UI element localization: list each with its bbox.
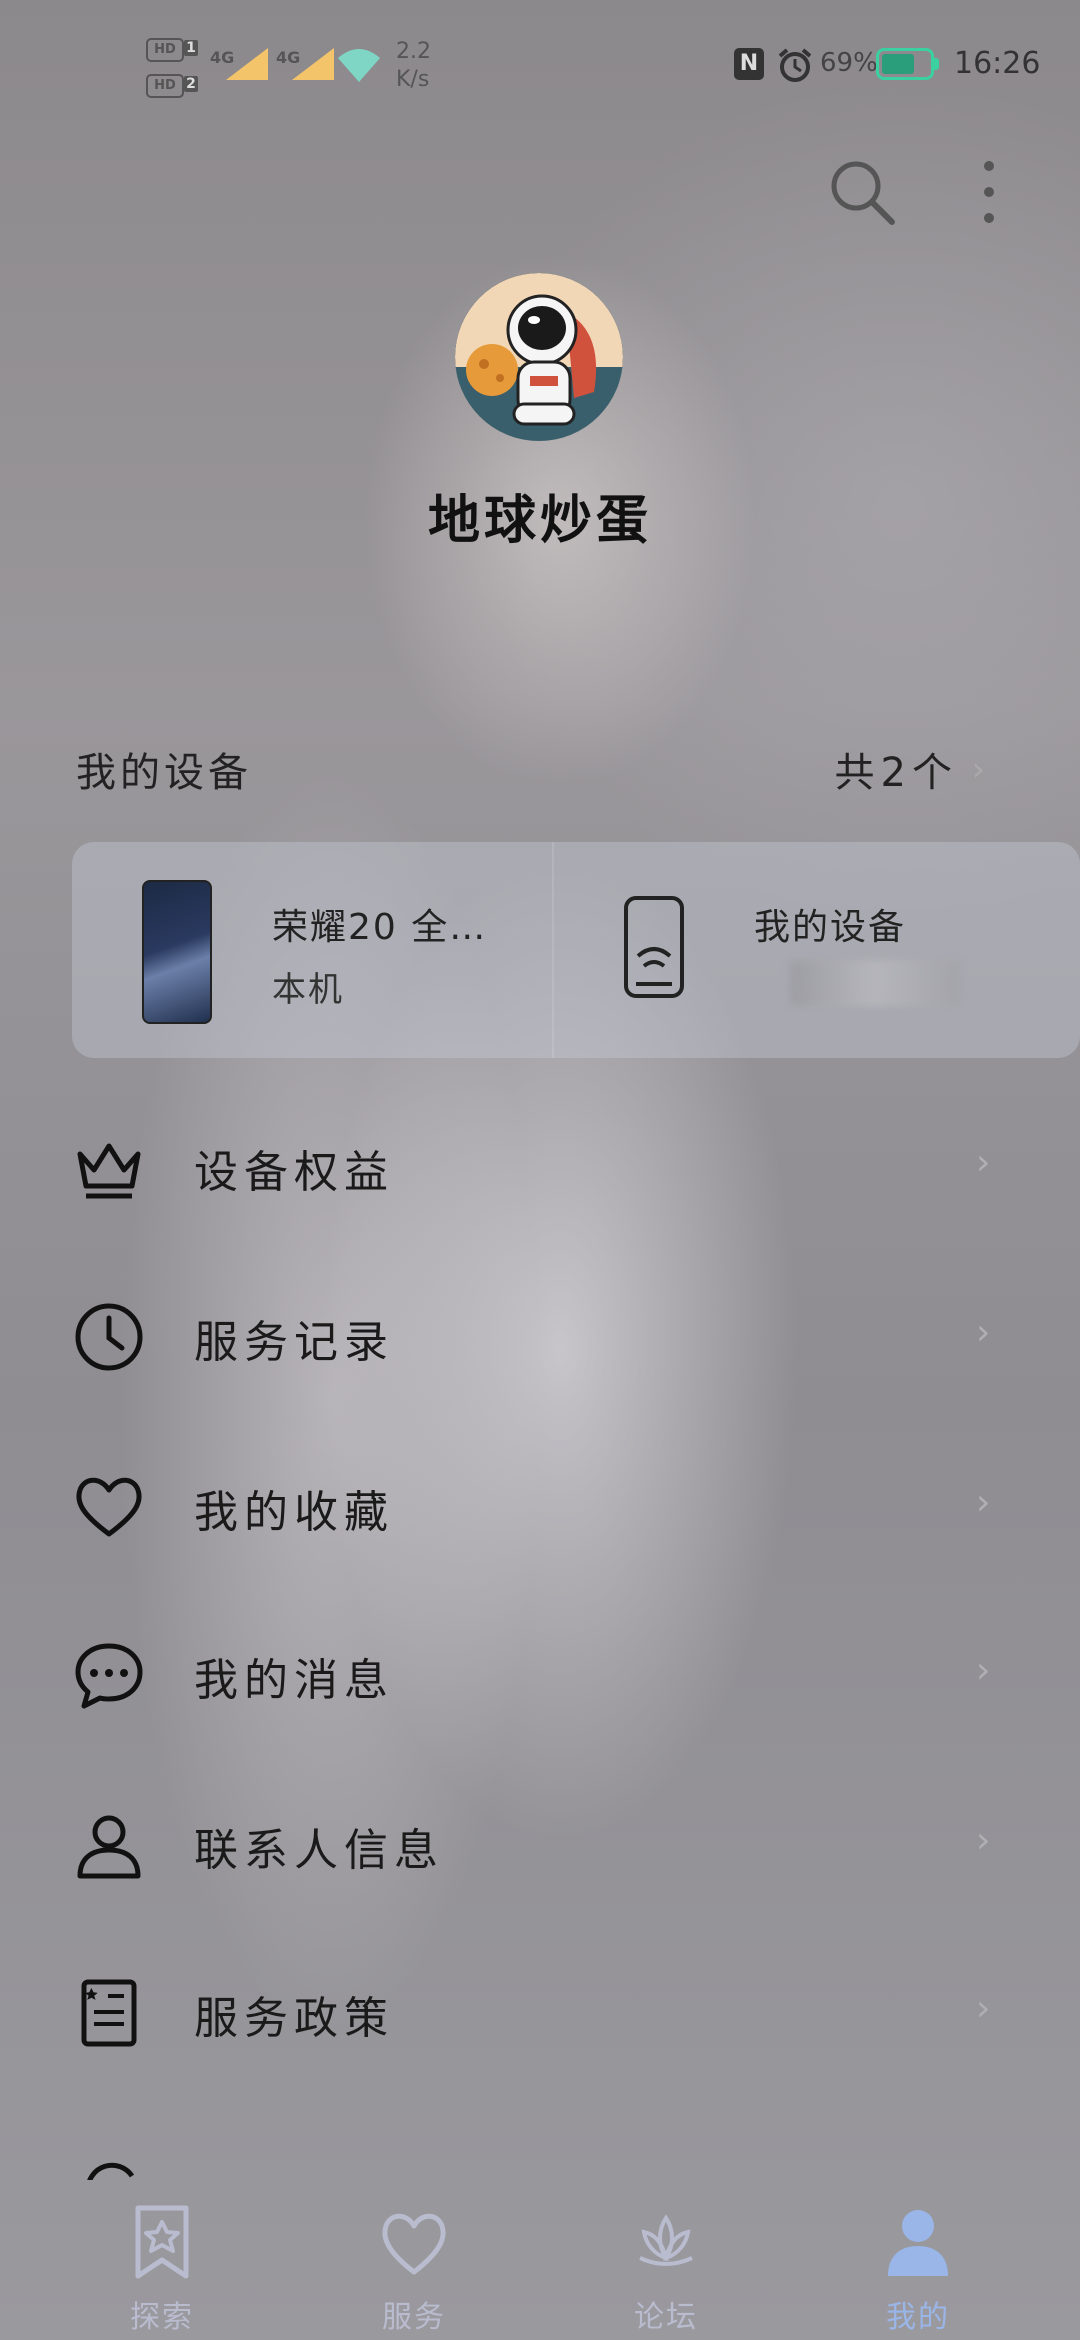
- redacted-info: [790, 960, 960, 1006]
- partial-menu-icon: [80, 2150, 160, 2180]
- sim-number-1: 1: [184, 40, 198, 56]
- device-item-other[interactable]: 我的设备: [552, 842, 1080, 1058]
- tab-forum[interactable]: 论坛: [576, 2180, 756, 2340]
- tab-label: 论坛: [634, 2300, 698, 2335]
- devices-count[interactable]: 共2个: [835, 740, 958, 798]
- tab-mine[interactable]: 我的: [828, 2180, 1008, 2340]
- battery-icon: [876, 48, 934, 80]
- more-vertical-icon[interactable]: [974, 156, 1004, 232]
- clock-icon: [75, 1303, 143, 1371]
- chevron-right-icon: ›: [976, 1482, 991, 1523]
- battery-percent: 69%: [820, 48, 878, 78]
- alarm-icon: [778, 48, 812, 82]
- menu-label: 设备权益: [194, 1147, 394, 1198]
- tab-label: 探索: [130, 2300, 194, 2335]
- heart-icon: [76, 1477, 142, 1537]
- clock-time: 16:26: [954, 46, 1041, 81]
- user-icon: [888, 2210, 948, 2276]
- menu-label: 服务政策: [194, 1993, 394, 2044]
- menu-label: 联系人信息: [194, 1825, 444, 1876]
- tab-explore[interactable]: 探索: [72, 2180, 252, 2340]
- device-title: 荣耀20 全…: [272, 907, 488, 948]
- menu-label: 服务记录: [194, 1317, 394, 1368]
- chevron-right-icon: ›: [976, 1142, 991, 1183]
- menu-item-device-benefits[interactable]: 设备权益 ›: [0, 1112, 1080, 1222]
- search-icon[interactable]: [826, 156, 898, 228]
- tab-label: 服务: [382, 2300, 446, 2335]
- device-wifi-icon: [624, 896, 684, 998]
- sim-number-2: 2: [184, 76, 198, 92]
- chevron-right-icon: ›: [976, 1312, 991, 1353]
- device-subtitle: 本机: [272, 970, 344, 1010]
- document-icon: [81, 1979, 137, 2047]
- menu-item-favorites[interactable]: 我的收藏 ›: [0, 1452, 1080, 1562]
- lotus-icon: [639, 2214, 693, 2266]
- menu-item-service-records[interactable]: 服务记录 ›: [0, 1282, 1080, 1392]
- bookmark-star-icon: [135, 2205, 189, 2279]
- wifi-icon: [338, 49, 380, 82]
- avatar[interactable]: [454, 272, 624, 442]
- devices-section-title: 我的设备: [76, 750, 252, 796]
- person-icon: [77, 1815, 141, 1879]
- chat-bubble-icon: [75, 1643, 143, 1709]
- chevron-right-icon[interactable]: ›: [972, 750, 985, 788]
- nfc-icon: N: [734, 48, 764, 80]
- device-title: 我的设备: [754, 907, 907, 948]
- profile-name[interactable]: 地球炒蛋: [0, 478, 1080, 553]
- chevron-right-icon: ›: [976, 1820, 991, 1861]
- battery-tip: [934, 58, 939, 70]
- menu-label: 我的收藏: [194, 1487, 394, 1538]
- menu-label: 我的消息: [194, 1655, 394, 1706]
- menu-item-messages[interactable]: 我的消息 ›: [0, 1620, 1080, 1730]
- phone-thumbnail: [142, 880, 212, 1024]
- menu-item-service-policy[interactable]: 服务政策 ›: [0, 1958, 1080, 2068]
- tab-service[interactable]: 服务: [324, 2180, 504, 2340]
- chevron-right-icon: ›: [976, 1988, 991, 2029]
- device-item-local[interactable]: 荣耀20 全… 本机: [72, 842, 552, 1058]
- refresh-icon: [87, 2162, 135, 2180]
- menu-item-contact-info[interactable]: 联系人信息 ›: [0, 1790, 1080, 1900]
- heart-outline-icon: [382, 2213, 446, 2275]
- network-speed: 2.2 K/s: [396, 38, 431, 94]
- hd-badge-2: HD: [146, 74, 184, 98]
- signal-icon-2: [292, 48, 334, 80]
- network-speed-value: 2.2: [396, 39, 431, 64]
- bottom-tab-bar: 探索 服务 论坛 我的: [0, 2180, 1080, 2340]
- hd-badge-1: HD: [146, 38, 184, 62]
- chevron-right-icon: ›: [976, 1650, 991, 1691]
- tab-label: 我的: [886, 2300, 950, 2335]
- signal-icon: [226, 48, 268, 80]
- network-speed-unit: K/s: [396, 67, 430, 92]
- crown-icon: [77, 1143, 141, 1199]
